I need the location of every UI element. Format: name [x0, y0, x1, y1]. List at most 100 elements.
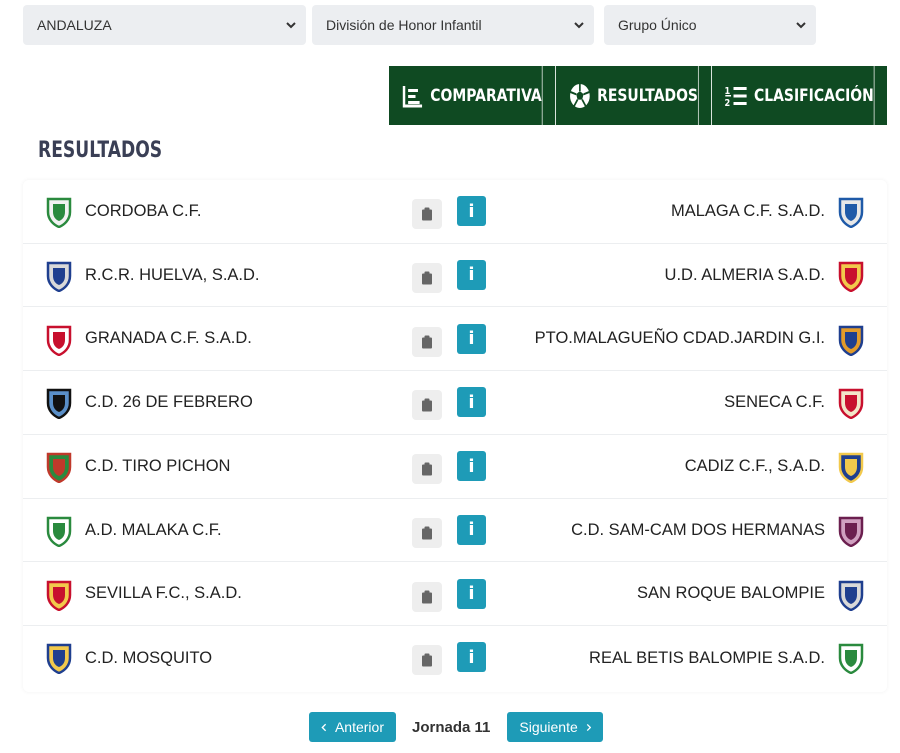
info-icon: i — [468, 519, 475, 541]
home-team-name: GRANADA C.F. S.A.D. — [85, 329, 252, 348]
tab-comparativa[interactable]: COMPARATIVA — [389, 66, 556, 125]
home-team-crest — [44, 642, 74, 675]
away-team-crest — [836, 451, 866, 484]
clipboard-icon — [422, 398, 432, 412]
clipboard-icon — [422, 271, 432, 285]
ranking-list-icon: 1 2 — [724, 86, 747, 108]
tab-resultados[interactable]: RESULTADOS — [556, 66, 712, 125]
away-team-name: C.D. SAM-CAM DOS HERMANAS — [571, 520, 825, 539]
match-info-button[interactable]: i — [457, 451, 486, 481]
clipboard-icon — [422, 526, 432, 540]
away-team-crest — [836, 642, 866, 675]
away-team-crest — [836, 196, 866, 229]
chevron-down-icon — [574, 22, 584, 29]
info-icon: i — [468, 391, 475, 413]
clipboard-button[interactable] — [412, 454, 442, 484]
away-team-name: MALAGA C.F. S.A.D. — [670, 201, 825, 220]
home-team-crest — [44, 260, 74, 293]
next-label: Siguiente — [519, 719, 578, 735]
info-icon: i — [468, 200, 475, 222]
clipboard-button[interactable] — [412, 262, 442, 293]
clipboard-button[interactable] — [412, 581, 442, 612]
clipboard-button[interactable] — [412, 645, 442, 676]
region-select-value: ANDALUZA — [37, 17, 112, 33]
match-info-button[interactable]: i — [457, 514, 486, 545]
match-row: CORDOBA C.F. i MALAGA C.F. S.A.D. — [23, 180, 887, 244]
soccer-ball-icon — [569, 83, 590, 108]
away-team-name: SENECA C.F. — [724, 393, 825, 412]
group-select-value: Grupo Único — [618, 17, 697, 33]
info-icon: i — [468, 328, 475, 349]
match-info-button[interactable]: i — [457, 387, 486, 418]
home-team-name: C.D. TIRO PICHON — [85, 456, 231, 475]
home-team-crest — [44, 579, 74, 611]
clipboard-icon — [422, 207, 432, 221]
division-select-value: División de Honor Infantil — [326, 17, 482, 33]
away-team-crest — [836, 515, 866, 548]
tab-clasificacion[interactable]: 1 2 CLASIFICACIÓN — [712, 66, 887, 125]
chevron-left-icon — [321, 723, 327, 731]
home-team-crest — [44, 451, 74, 484]
previous-label: Anterior — [334, 719, 384, 735]
home-team-name: SEVILLA F.C., S.A.D. — [85, 584, 242, 603]
match-row: C.D. MOSQUITO i REAL BETIS BALOMPIE S.A.D. — [23, 626, 887, 690]
away-team-name: CADIZ C.F., S.A.D. — [684, 456, 825, 475]
match-info-button[interactable]: i — [457, 259, 486, 290]
previous-button[interactable]: Anterior — [309, 712, 396, 742]
away-team-crest — [836, 579, 866, 611]
match-row: A.D. MALAKA C.F. i C.D. SAM-CAM DOS HERMAN… — [23, 499, 887, 563]
home-team-name: C.D. 26 DE FEBRERO — [85, 393, 253, 412]
away-team-name: SAN ROQUE BALOMPIE — [637, 584, 825, 603]
tab-clasificacion-label: CLASIFICACIÓN — [753, 85, 874, 106]
division-select[interactable]: División de Honor Infantil — [312, 5, 594, 45]
section-tabs: COMPARATIVA RESULTADOS 1 2 CLASIFICACIÓN — [389, 66, 887, 125]
clipboard-icon — [422, 335, 432, 348]
match-info-button[interactable]: i — [457, 196, 486, 226]
chevron-right-icon — [586, 723, 592, 731]
info-icon: i — [468, 646, 475, 668]
home-team-name: R.C.R. HUELVA, S.A.D. — [85, 265, 260, 284]
clipboard-button[interactable] — [412, 517, 442, 548]
match-row: C.D. TIRO PICHON i CADIZ C.F., S.A.D. — [23, 435, 887, 499]
next-button[interactable]: Siguiente — [507, 712, 604, 742]
home-team-crest — [44, 387, 74, 420]
chart-list-icon — [402, 85, 422, 107]
match-info-button[interactable]: i — [457, 578, 486, 609]
section-title: RESULTADOS — [38, 138, 163, 163]
away-team-name: U.D. ALMERIA S.A.D. — [664, 265, 825, 284]
match-row: SEVILLA F.C., S.A.D. i SAN ROQUE BALOMPIE — [23, 563, 887, 627]
match-row: GRANADA C.F. S.A.D. i PTO.MALAGUEÑO CDAD.J… — [23, 308, 887, 372]
match-row: R.C.R. HUELVA, S.A.D. i U.D. ALMERIA S.A.D… — [23, 244, 887, 308]
clipboard-icon — [422, 590, 432, 603]
match-info-button[interactable]: i — [457, 323, 486, 354]
home-team-crest — [44, 324, 74, 356]
away-team-name: REAL BETIS BALOMPIE S.A.D. — [589, 648, 825, 667]
away-team-crest — [836, 260, 866, 293]
match-info-button[interactable]: i — [457, 642, 486, 673]
clipboard-icon — [422, 653, 432, 667]
info-icon: i — [468, 264, 475, 286]
clipboard-button[interactable] — [412, 390, 442, 421]
away-team-crest — [836, 387, 866, 420]
info-icon: i — [468, 455, 475, 477]
tab-comparativa-label: COMPARATIVA — [429, 85, 542, 106]
home-team-name: A.D. MALAKA C.F. — [85, 520, 222, 539]
tab-resultados-label: RESULTADOS — [596, 85, 698, 106]
away-team-crest — [836, 324, 866, 356]
info-icon: i — [468, 583, 475, 604]
chevron-down-icon — [796, 22, 806, 29]
home-team-crest — [44, 515, 74, 548]
pagination: Anterior Jornada 11 Siguiente — [309, 712, 604, 742]
home-team-crest — [44, 196, 74, 229]
results-list: CORDOBA C.F. i MALAGA C.F. S.A.D. R.C.R. HU… — [23, 180, 887, 692]
clipboard-button[interactable] — [412, 326, 442, 357]
match-row: C.D. 26 DE FEBRERO i SENECA C.F. — [23, 371, 887, 435]
clipboard-icon — [422, 462, 432, 476]
home-team-name: CORDOBA C.F. — [85, 201, 202, 220]
clipboard-button[interactable] — [412, 199, 442, 229]
svg-text:2: 2 — [724, 98, 730, 108]
home-team-name: C.D. MOSQUITO — [85, 648, 213, 667]
group-select[interactable]: Grupo Único — [604, 5, 816, 45]
current-matchday: Jornada 11 — [412, 718, 491, 736]
region-select[interactable]: ANDALUZA — [23, 5, 306, 45]
